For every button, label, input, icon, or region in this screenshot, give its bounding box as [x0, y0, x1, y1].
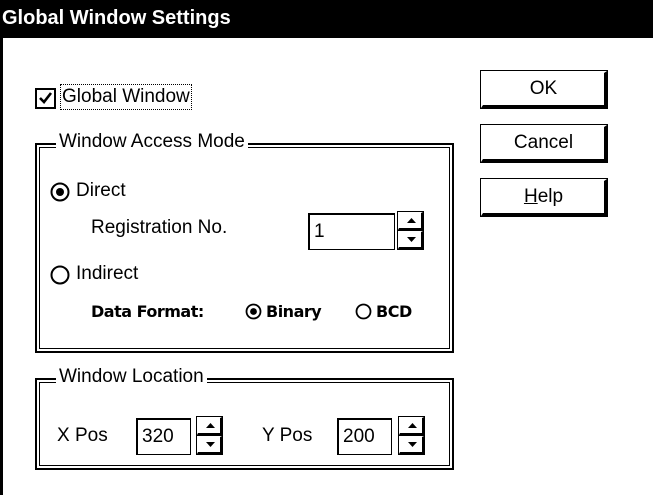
bcd-label[interactable]: BCD	[376, 302, 412, 321]
spin-down-button[interactable]	[397, 230, 424, 250]
registration-no-spinner[interactable]	[397, 211, 424, 250]
y-pos-input[interactable]: 200	[337, 418, 392, 455]
direct-radio[interactable]	[50, 182, 70, 202]
global-window-label[interactable]: Global Window	[60, 84, 192, 110]
global-window-checkbox[interactable]	[35, 88, 56, 109]
y-pos-label: Y Pos	[262, 425, 313, 446]
dialog-title: Global Window Settings	[2, 7, 231, 29]
arrow-down-icon	[407, 237, 416, 242]
window-access-mode-legend: Window Access Mode	[56, 131, 248, 153]
cancel-button[interactable]: Cancel	[480, 124, 608, 163]
arrow-down-icon	[206, 442, 215, 447]
spin-up-button[interactable]	[196, 416, 223, 436]
binary-radio[interactable]	[245, 303, 262, 320]
checkmark-icon	[39, 92, 53, 104]
help-button[interactable]: Help	[480, 178, 608, 217]
spin-up-button[interactable]	[397, 211, 424, 231]
direct-label[interactable]: Direct	[76, 180, 126, 202]
ok-button[interactable]: OK	[480, 70, 608, 109]
registration-no-label: Registration No.	[91, 217, 228, 238]
indirect-radio[interactable]	[50, 265, 70, 285]
y-pos-spinner[interactable]	[398, 416, 425, 455]
arrow-down-icon	[408, 442, 417, 447]
arrow-up-icon	[408, 423, 417, 428]
registration-no-input[interactable]: 1	[308, 213, 395, 250]
arrow-up-icon	[407, 218, 416, 223]
x-pos-label: X Pos	[57, 425, 108, 446]
spin-down-button[interactable]	[398, 435, 425, 455]
title-bar: Global Window Settings	[0, 0, 653, 38]
help-mnemonic: H	[523, 186, 538, 207]
indirect-label[interactable]: Indirect	[76, 263, 138, 285]
binary-label[interactable]: Binary	[266, 302, 322, 321]
arrow-up-icon	[206, 423, 215, 428]
spin-down-button[interactable]	[196, 435, 223, 455]
spin-up-button[interactable]	[398, 416, 425, 436]
x-pos-input[interactable]: 320	[136, 418, 191, 455]
data-format-label: Data Format:	[91, 302, 204, 321]
bcd-radio[interactable]	[355, 303, 372, 320]
dialog-left-border	[0, 38, 3, 495]
x-pos-spinner[interactable]	[196, 416, 223, 455]
window-location-legend: Window Location	[56, 366, 207, 388]
help-label-rest: elp	[537, 186, 564, 207]
global-window-settings-dialog: Global Window Settings Global Window Win…	[0, 0, 653, 495]
